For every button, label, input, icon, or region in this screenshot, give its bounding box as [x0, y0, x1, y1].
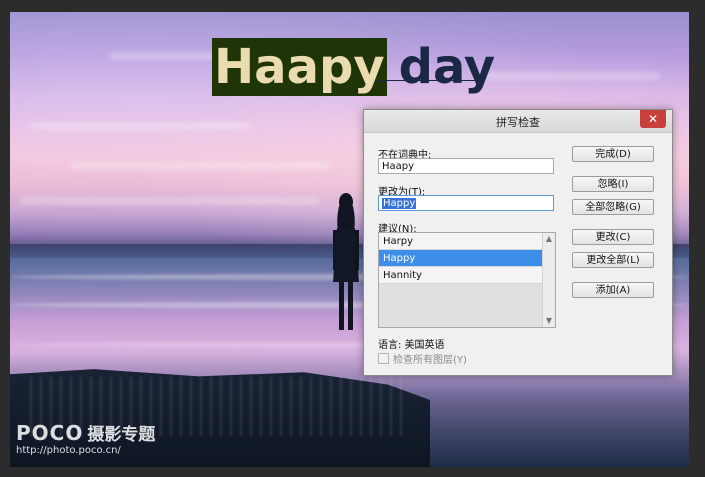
watermark-brand-cn: 摄影专题	[87, 425, 156, 445]
not-in-dictionary-field[interactable]: Haapy	[378, 158, 554, 174]
cloud-streak	[70, 162, 330, 170]
close-button[interactable]: ✕	[640, 110, 666, 128]
dialog-titlebar[interactable]: 拼写检查 ✕	[364, 110, 672, 133]
change-button[interactable]: 更改(C)	[572, 229, 654, 245]
dialog-title: 拼写检查	[496, 116, 540, 129]
change-to-field[interactable]: Happy	[378, 195, 554, 211]
watermark-brand: POCO	[16, 421, 84, 445]
scroll-up-icon[interactable]: ▲	[543, 233, 555, 245]
suggestions-list[interactable]: Harpy Happy Hannity ▲ ▼	[378, 232, 556, 328]
misspelled-word-highlight[interactable]: Haapy	[212, 38, 387, 96]
close-icon: ✕	[647, 112, 659, 126]
silhouette-figure	[333, 193, 359, 330]
ignore-button[interactable]: 忽略(I)	[572, 176, 654, 192]
watermark-url: http://photo.poco.cn/	[16, 445, 121, 456]
spell-check-dialog: 拼写检查 ✕ 不在词典中: Haapy 更改为(T): Happy 建议(N):…	[363, 109, 673, 376]
change-to-value: Happy	[382, 198, 417, 209]
check-all-layers-option[interactable]: 检查所有图层(Y)	[378, 351, 467, 366]
language-label: 语言: 美国英语	[378, 340, 445, 351]
check-all-layers-label: 检查所有图层(Y)	[393, 355, 467, 366]
text-baseline	[376, 80, 484, 81]
cloud-streak	[480, 72, 660, 80]
suggestion-item[interactable]: Harpy	[379, 233, 543, 250]
cloud-streak	[20, 197, 320, 205]
cloud-streak	[30, 122, 250, 130]
scroll-down-icon[interactable]: ▼	[543, 315, 555, 327]
ignore-all-button[interactable]: 全部忽略(G)	[572, 199, 654, 215]
done-button[interactable]: 完成(D)	[572, 146, 654, 162]
add-button[interactable]: 添加(A)	[572, 282, 654, 298]
suggestions-scrollbar[interactable]: ▲ ▼	[542, 233, 555, 327]
suggestion-item[interactable]: Hannity	[379, 267, 543, 284]
text-layer[interactable]: Haapy day	[212, 36, 495, 96]
text-layer-word[interactable]: day	[387, 38, 496, 96]
suggestion-item-selected[interactable]: Happy	[379, 250, 543, 267]
check-all-layers-checkbox[interactable]	[378, 353, 389, 364]
photoshop-workspace: Haapy day POCO 摄影专题 http://photo.poco.cn/…	[0, 0, 705, 477]
watermark: POCO 摄影专题 http://photo.poco.cn/	[16, 420, 155, 456]
change-all-button[interactable]: 更改全部(L)	[572, 252, 654, 268]
